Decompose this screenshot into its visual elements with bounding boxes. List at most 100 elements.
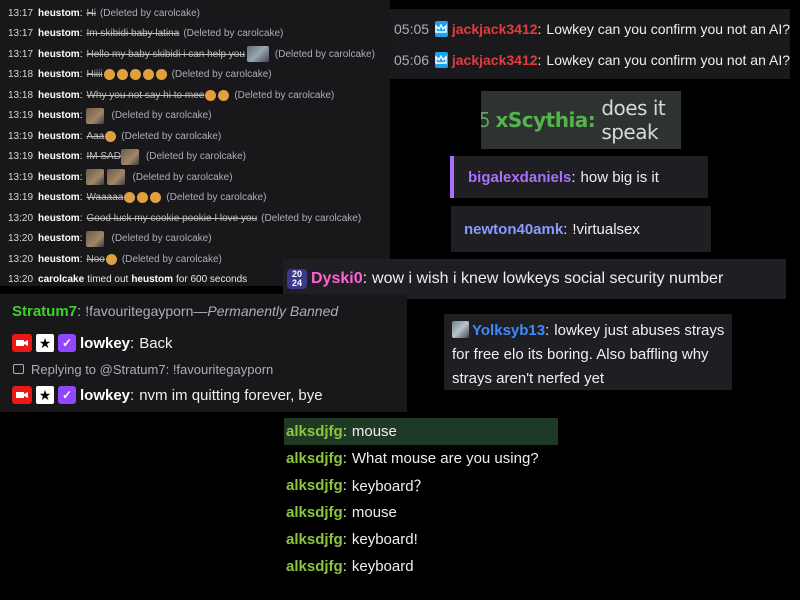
username-colon: : xyxy=(362,270,368,287)
timestamp: 13:17 xyxy=(8,48,34,60)
username-colon: : xyxy=(342,477,347,494)
username[interactable]: alksdjfg xyxy=(286,504,343,521)
username[interactable]: xScythia: xyxy=(495,108,595,132)
mod-log-list: 13:17 heustom: Hi (Deleted by carolcake) 13:… xyxy=(8,3,390,270)
crown-badge-icon xyxy=(435,51,448,68)
timestamp: 13:19 xyxy=(8,151,34,163)
timestamp: 13:20 xyxy=(8,233,34,245)
username-colon: : xyxy=(537,20,542,37)
username-colon: : xyxy=(342,450,347,467)
message-text: mouse xyxy=(351,504,397,521)
emote-icon xyxy=(103,69,115,81)
username-colon: : xyxy=(79,69,83,81)
username[interactable]: jackjack3412 xyxy=(452,21,538,37)
username[interactable]: heustom xyxy=(38,172,80,183)
username[interactable]: alksdjfg xyxy=(286,558,343,575)
username[interactable]: alksdjfg xyxy=(286,477,343,494)
username-colon: : xyxy=(342,423,347,440)
username[interactable]: heustom xyxy=(38,213,80,224)
timed-out-username[interactable]: heustom xyxy=(131,274,173,285)
username[interactable]: heustom xyxy=(38,28,80,39)
message-text: keyboard! xyxy=(351,531,418,548)
message-text: keyboard xyxy=(351,558,414,575)
deleted-message-row: 13:19 heustom: IM SAD (Deleted by carolcake… xyxy=(8,147,390,168)
user-badge-icon xyxy=(452,321,469,338)
verified-badge-icon: ✓ xyxy=(58,386,76,404)
timestamp: 13:19 xyxy=(8,171,34,183)
emote-icon xyxy=(116,69,128,81)
username[interactable]: heustom xyxy=(38,233,80,244)
banned-message: Stratum7 : !favouritegayporn — Permanent… xyxy=(12,294,407,328)
username[interactable]: newton40amk xyxy=(464,221,563,238)
moderator-username[interactable]: carolcake xyxy=(38,274,84,285)
username[interactable]: Stratum7 xyxy=(12,303,77,320)
message-text: !favouritegayporn xyxy=(85,303,194,319)
deleted-message-text: IM SAD xyxy=(86,151,121,163)
deleted-by-label: (Deleted by carolcake) xyxy=(111,233,212,245)
deleted-message-text: Aaa xyxy=(86,130,105,142)
timestamp: 13:17 xyxy=(8,28,34,40)
chat-message: alksdjfg: What mouse are you using? xyxy=(284,445,558,472)
message-text: Back xyxy=(139,334,173,352)
username[interactable]: jackjack3412 xyxy=(452,52,538,68)
username-colon: : xyxy=(79,7,83,19)
username[interactable]: heustom xyxy=(38,192,80,203)
star-badge-icon: ★ xyxy=(36,386,54,404)
timestamp: 13:17 xyxy=(8,7,34,19)
lowkey-chat-panel: Stratum7 : !favouritegayporn — Permanent… xyxy=(0,294,407,412)
jack-chat-panel: 05:05 jackjack3412 : Lowkey can you conf… xyxy=(390,9,790,79)
username[interactable]: bigalexdaniels xyxy=(468,169,571,186)
timestamp: 13:19 xyxy=(8,130,34,142)
broadcaster-badge-icon xyxy=(12,386,32,404)
username-colon: : xyxy=(77,302,82,320)
username[interactable]: heustom xyxy=(38,110,80,121)
username-colon: : xyxy=(79,192,83,204)
message-text: Lowkey can you confirm you not an AI? xyxy=(546,20,790,37)
username[interactable]: heustom xyxy=(38,49,80,60)
deleted-by-label: (Deleted by carolcake) xyxy=(132,171,233,183)
username[interactable]: heustom xyxy=(38,131,80,142)
reply-context[interactable]: Replying to @Stratum7: !favouritegayporn xyxy=(13,358,407,380)
timestamp: 05:05 xyxy=(394,20,430,37)
gif-emote-icon xyxy=(246,46,269,63)
yolk-chat-panel: Yolksyb13: lowkey just abuses strays for … xyxy=(444,314,732,390)
username[interactable]: alksdjfg xyxy=(286,423,343,440)
timestamp: 13:20 xyxy=(8,253,34,265)
emote-icon xyxy=(155,69,167,81)
message-text: nvm im quitting forever, bye xyxy=(139,386,323,404)
timeout-text: timed out xyxy=(87,274,129,286)
username-colon: : xyxy=(342,558,347,575)
deleted-by-label: (Deleted by carolcake) xyxy=(183,28,284,40)
username[interactable]: alksdjfg xyxy=(286,531,343,548)
crown-badge-icon xyxy=(435,20,448,37)
username[interactable]: alksdjfg xyxy=(286,450,343,467)
timestamp: 13:18 xyxy=(8,69,34,81)
separator-dash: — xyxy=(193,303,208,319)
deleted-by-label: (Deleted by carolcake) xyxy=(121,130,222,142)
message-text: !virtualsex xyxy=(572,220,640,238)
username-colon: : xyxy=(79,151,83,163)
newton-chat-panel: newton40amk : !virtualsex xyxy=(451,206,711,252)
reply-label: Replying to @Stratum7: !favouritegayporn xyxy=(31,361,274,377)
username[interactable]: heustom xyxy=(38,69,80,80)
username-colon: : xyxy=(130,334,135,352)
username[interactable]: Dyski0 xyxy=(311,270,363,288)
chat-message: alksdjfg: keyboard xyxy=(284,553,558,580)
username-colon: : xyxy=(571,168,576,186)
username[interactable]: heustom xyxy=(38,254,80,265)
bigalex-chat-panel: bigalexdaniels : how big is it xyxy=(450,156,708,198)
username[interactable]: heustom xyxy=(38,151,80,162)
username[interactable]: lowkey xyxy=(80,387,130,404)
deleted-by-label: (Deleted by carolcake) xyxy=(111,110,212,122)
username[interactable]: Yolksyb13 xyxy=(472,322,545,339)
username-colon: : xyxy=(342,504,347,521)
username[interactable]: heustom xyxy=(38,90,80,101)
timestamp: 13:18 xyxy=(8,89,34,101)
username-colon: : xyxy=(79,212,83,224)
username[interactable]: heustom xyxy=(38,8,80,19)
message-text: how big is it xyxy=(580,168,659,186)
username-colon: : xyxy=(79,110,83,122)
emote-icon xyxy=(105,130,117,142)
username[interactable]: lowkey xyxy=(80,335,130,352)
chat-message: ★ ✓ lowkey : nvm im quitting forever, by… xyxy=(12,380,407,410)
